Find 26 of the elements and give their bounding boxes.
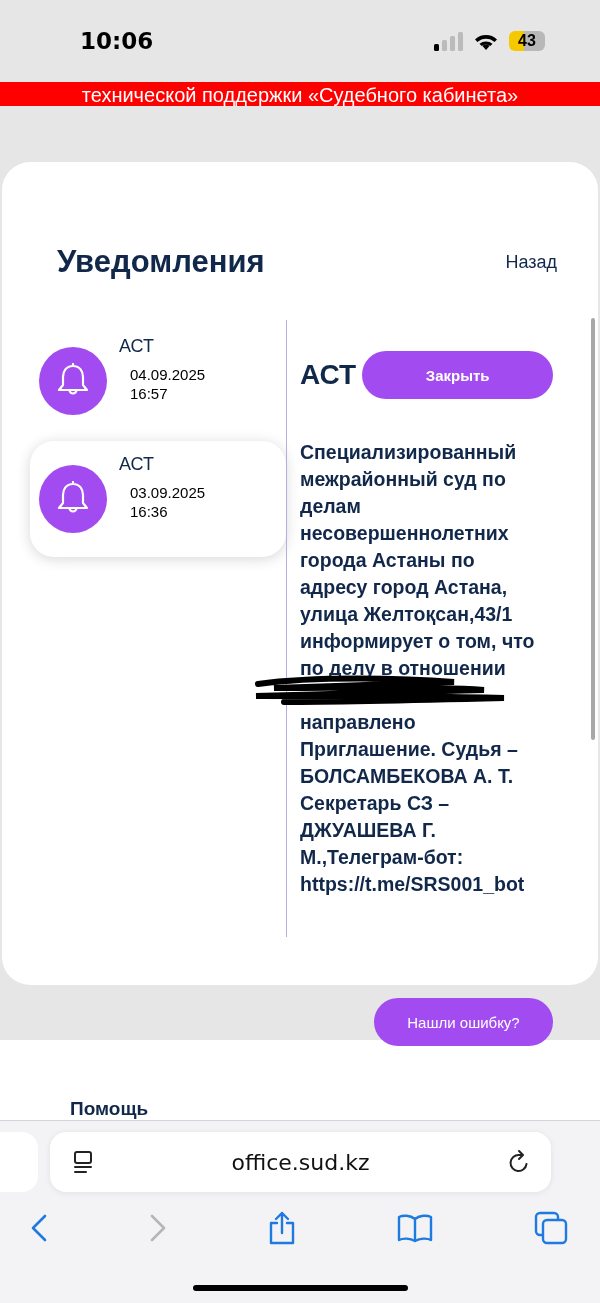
notification-date: 04.09.2025 — [130, 364, 206, 384]
footer-heading: Помощь — [70, 1098, 149, 1120]
page-title: Уведомления — [57, 244, 265, 280]
address-bar[interactable]: office.sud.kz — [50, 1132, 551, 1192]
back-icon[interactable] — [30, 1214, 48, 1242]
message-text: направлено Приглашение. Судья – БОЛСАМБЕКОВА А. Т. Секретарь СЗ – ДЖУАШЕВА Г. М.,Телеграм-бот: https://t.me/SRS001_bot — [300, 710, 526, 897]
status-time: 10:06 — [80, 28, 154, 54]
notification-time: 16:36 — [130, 501, 169, 521]
close-button[interactable]: Закрыть — [362, 351, 554, 399]
back-link[interactable]: Назад — [505, 251, 557, 273]
notification-item[interactable]: АСТ 04.09.2025 16:57 — [30, 323, 286, 439]
notification-time: 16:57 — [130, 383, 169, 403]
notification-title: АСТ — [119, 453, 155, 475]
notification-title: АСТ — [119, 335, 155, 357]
page-menu-icon[interactable] — [72, 1149, 94, 1175]
tabs-icon[interactable] — [534, 1211, 568, 1245]
detail-title: АСТ — [300, 359, 357, 391]
report-error-button[interactable]: Нашли ошибку? — [374, 998, 553, 1046]
share-icon[interactable] — [268, 1211, 296, 1245]
banner-text: технической поддержки «Судебного кабинета» — [81, 85, 519, 105]
scrollbar[interactable] — [591, 318, 595, 740]
book-icon[interactable] — [397, 1213, 433, 1243]
notification-item[interactable]: АСТ 03.09.2025 16:36 — [30, 441, 286, 557]
url-text: office.sud.kz — [231, 1149, 370, 1175]
notification-date: 03.09.2025 — [130, 482, 206, 502]
signal-icon — [433, 31, 463, 51]
